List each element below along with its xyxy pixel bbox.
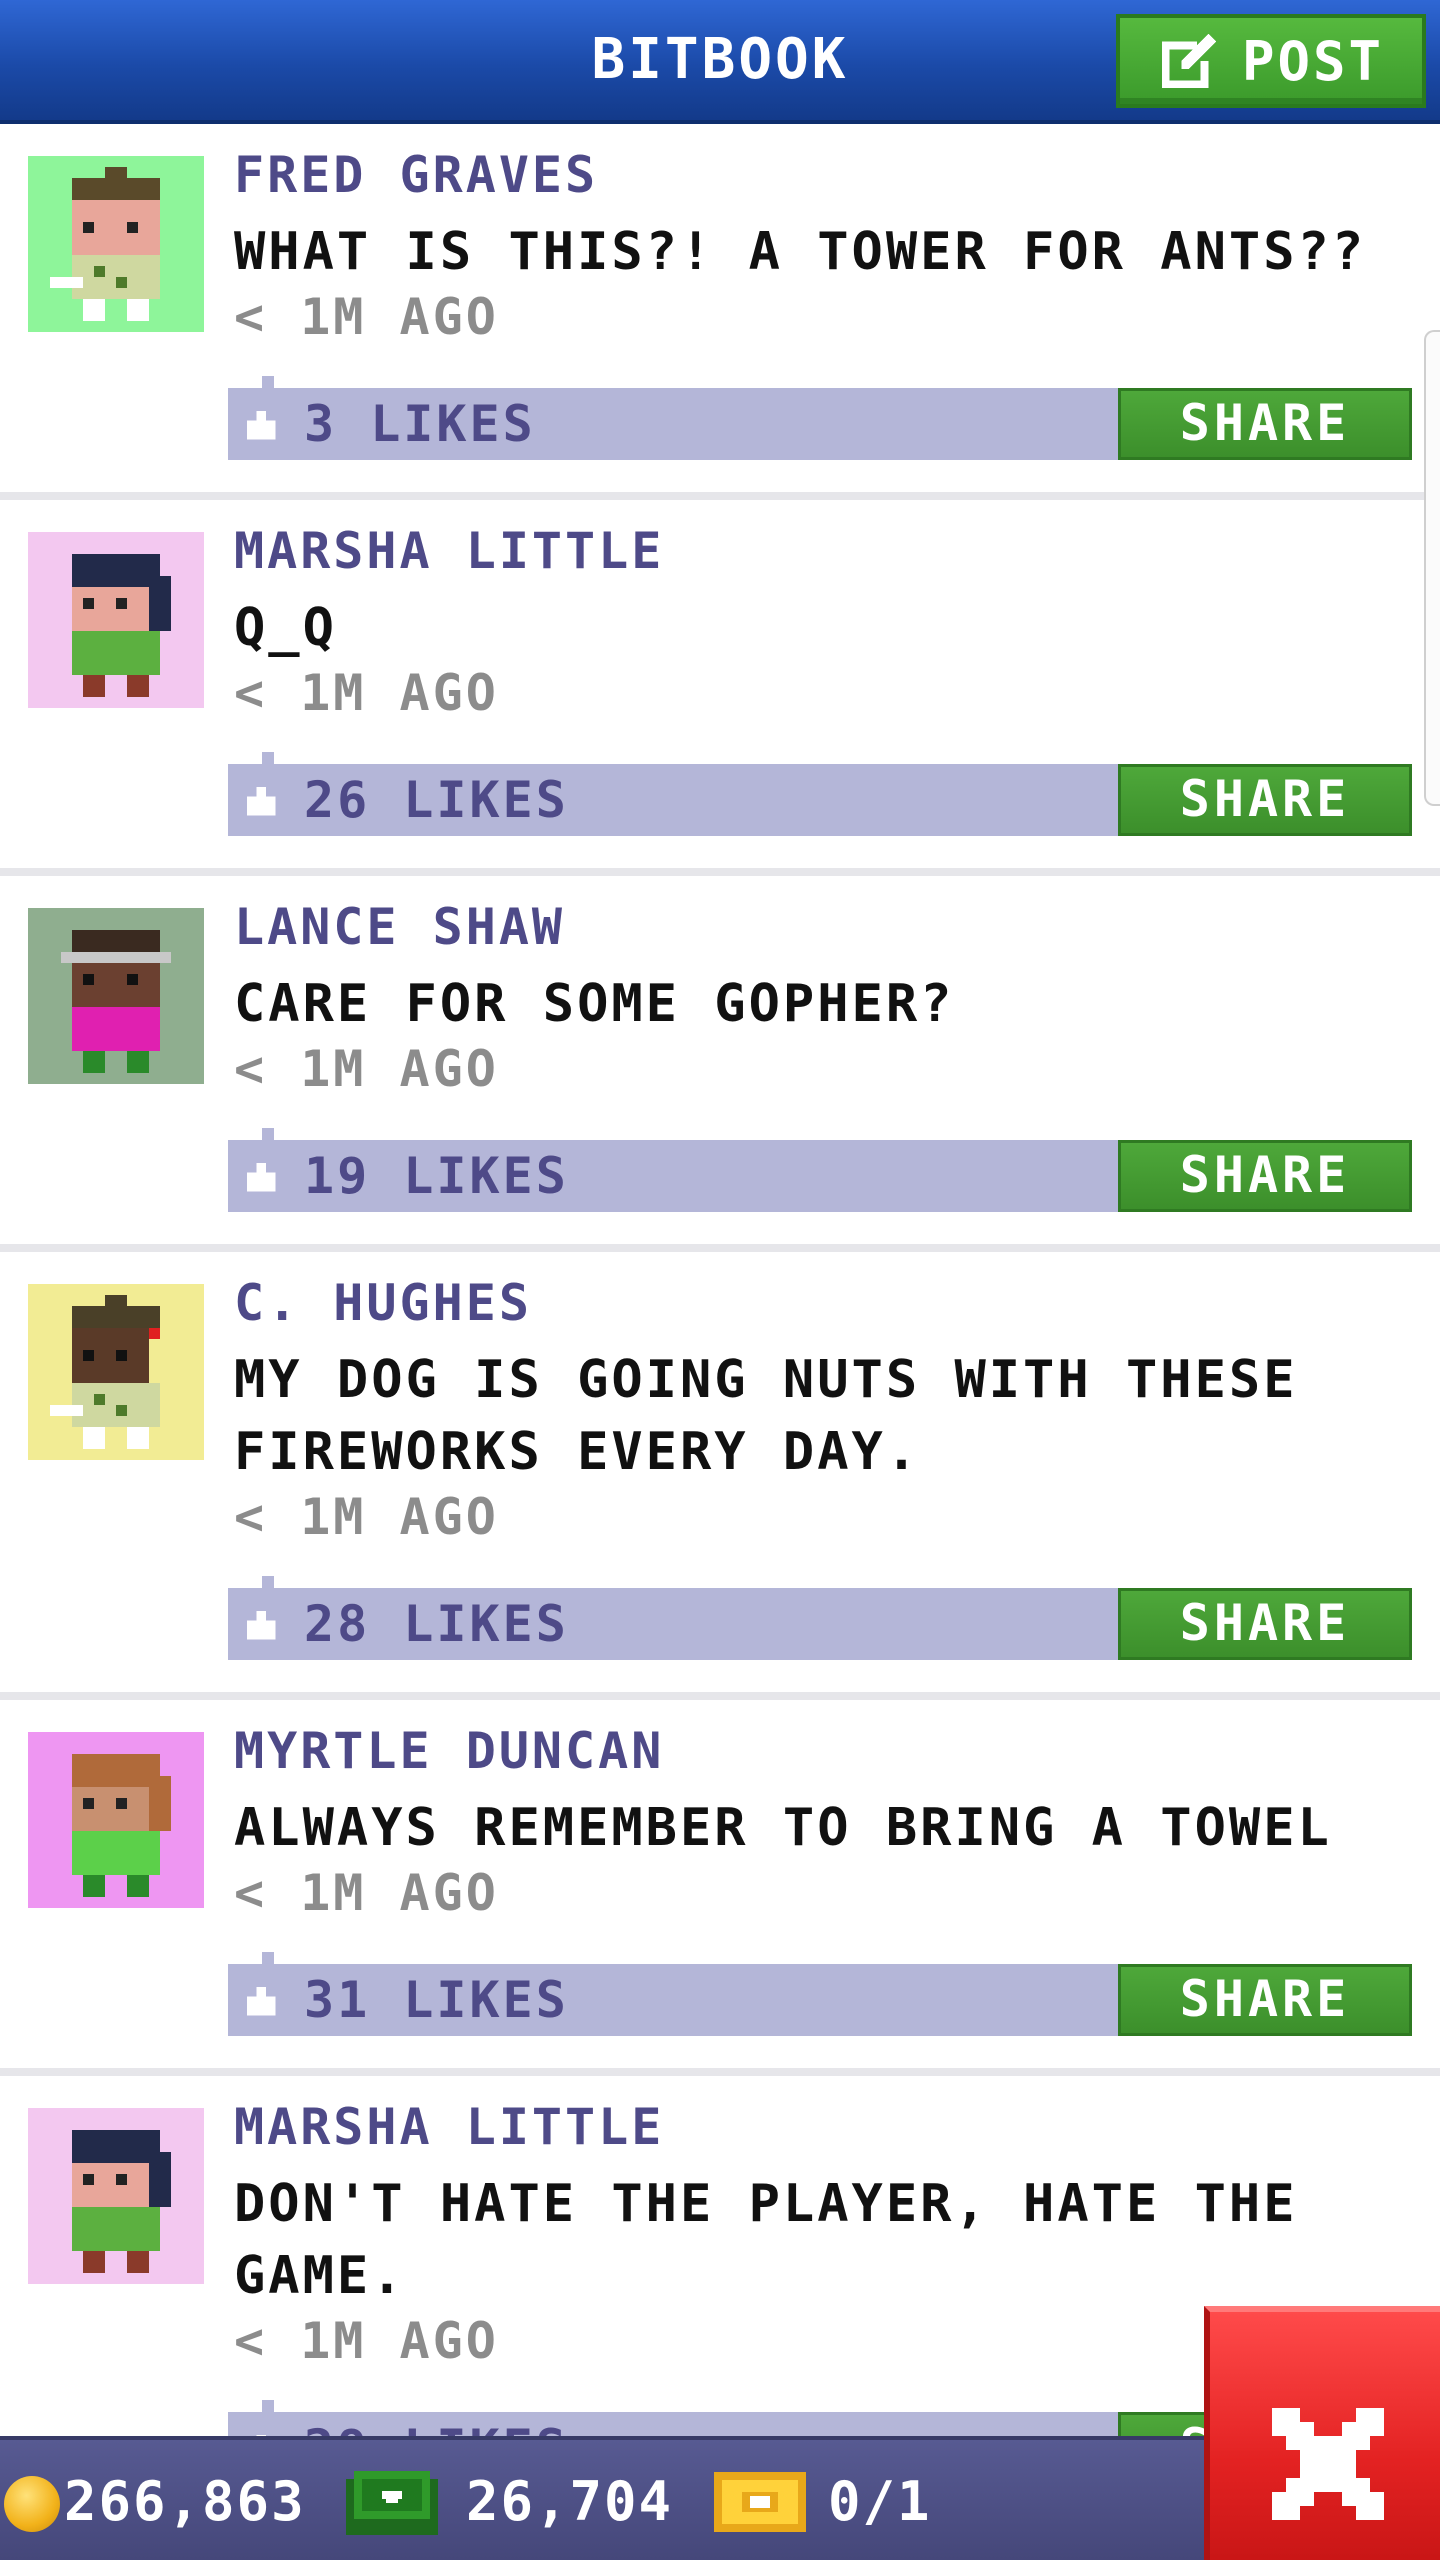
app-header: BITBOOK POST: [0, 0, 1440, 124]
post-author: MARSHA LITTLE: [234, 522, 665, 580]
post-timestamp: < 1M AGO: [234, 664, 499, 722]
likes-notch: [262, 1128, 274, 1140]
likes-bar: 28 LIKES SHARE: [228, 1576, 1412, 1660]
avatar[interactable]: [28, 908, 204, 1084]
post-timestamp: < 1M AGO: [234, 1864, 499, 1922]
divider: [0, 492, 1440, 500]
post-text: ALWAYS REMEMBER TO BRING A TOWEL: [234, 1798, 1332, 1858]
likes-count[interactable]: 19 LIKES: [304, 1140, 569, 1212]
post-timestamp: < 1M AGO: [234, 2312, 499, 2370]
feed-post: MARSHA LITTLE Q_Q < 1M AGO 26 LIKES SHAR…: [0, 500, 1440, 868]
likes-bar: 3 LIKES SHARE: [228, 376, 1412, 460]
divider: [0, 2068, 1440, 2076]
share-button[interactable]: SHARE: [1118, 1964, 1412, 2036]
feed-post: FRED GRAVES WHAT IS THIS?! A TOWER FOR A…: [0, 124, 1440, 492]
avatar[interactable]: [28, 1732, 204, 1908]
tickets-count: 0/1: [828, 2470, 932, 2533]
likes-notch: [262, 752, 274, 764]
post-author: FRED GRAVES: [234, 146, 599, 204]
ticket-icon: [714, 2472, 806, 2532]
feed-post: LANCE SHAW CARE FOR SOME GOPHER? < 1M AG…: [0, 876, 1440, 1244]
likes-bar: 19 LIKES SHARE: [228, 1128, 1412, 1212]
thumb-up-icon: [246, 1986, 276, 2016]
post-author: C. HUGHES: [234, 1274, 532, 1332]
post-text: CARE FOR SOME GOPHER?: [234, 974, 955, 1034]
close-button[interactable]: [1204, 2306, 1440, 2560]
scrollbar[interactable]: [1424, 330, 1440, 806]
thumb-up-icon: [246, 1162, 276, 1192]
coins-count: 266,863: [64, 2470, 306, 2533]
post-timestamp: < 1M AGO: [234, 1488, 499, 1546]
post-timestamp: < 1M AGO: [234, 288, 499, 346]
coin-icon: [4, 2476, 60, 2532]
feed-list: FRED GRAVES WHAT IS THIS?! A TOWER FOR A…: [0, 124, 1440, 2516]
share-button[interactable]: SHARE: [1118, 388, 1412, 460]
divider: [0, 868, 1440, 876]
post-button[interactable]: POST: [1116, 14, 1426, 108]
avatar[interactable]: [28, 2108, 204, 2284]
avatar[interactable]: [28, 156, 204, 332]
likes-notch: [262, 376, 274, 388]
divider: [0, 1244, 1440, 1252]
bux-count: 26,704: [466, 2470, 674, 2533]
thumb-up-icon: [246, 410, 276, 440]
divider: [0, 1692, 1440, 1700]
close-icon: [1272, 2408, 1384, 2520]
bux-icon: [346, 2471, 438, 2535]
likes-notch: [262, 1576, 274, 1588]
thumb-up-icon: [246, 786, 276, 816]
likes-count[interactable]: 31 LIKES: [304, 1964, 569, 2036]
avatar[interactable]: [28, 532, 204, 708]
likes-notch: [262, 2400, 274, 2412]
share-button[interactable]: SHARE: [1118, 764, 1412, 836]
feed-post: C. HUGHES MY DOG IS GOING NUTS WITH THES…: [0, 1252, 1440, 1692]
likes-bar: 26 LIKES SHARE: [228, 752, 1412, 836]
post-text: DON'T HATE THE PLAYER, HATE THE GAME.: [234, 2174, 1298, 2306]
likes-notch: [262, 1952, 274, 1964]
post-button-label: POST: [1241, 29, 1385, 93]
post-author: LANCE SHAW: [234, 898, 566, 956]
post-text: MY DOG IS GOING NUTS WITH THESE FIREWORK…: [234, 1350, 1298, 1482]
post-text: WHAT IS THIS?! A TOWER FOR ANTS??: [234, 222, 1367, 282]
feed-post: MYRTLE DUNCAN ALWAYS REMEMBER TO BRING A…: [0, 1700, 1440, 2068]
post-timestamp: < 1M AGO: [234, 1040, 499, 1098]
likes-count[interactable]: 26 LIKES: [304, 764, 569, 836]
compose-icon: [1161, 33, 1217, 89]
avatar[interactable]: [28, 1284, 204, 1460]
share-button[interactable]: SHARE: [1118, 1140, 1412, 1212]
share-button[interactable]: SHARE: [1118, 1588, 1412, 1660]
likes-bar: 31 LIKES SHARE: [228, 1952, 1412, 2036]
post-author: MARSHA LITTLE: [234, 2098, 665, 2156]
post-text: Q_Q: [234, 598, 337, 658]
likes-count[interactable]: 28 LIKES: [304, 1588, 569, 1660]
thumb-up-icon: [246, 1610, 276, 1640]
post-author: MYRTLE DUNCAN: [234, 1722, 665, 1780]
likes-count[interactable]: 3 LIKES: [304, 388, 536, 460]
